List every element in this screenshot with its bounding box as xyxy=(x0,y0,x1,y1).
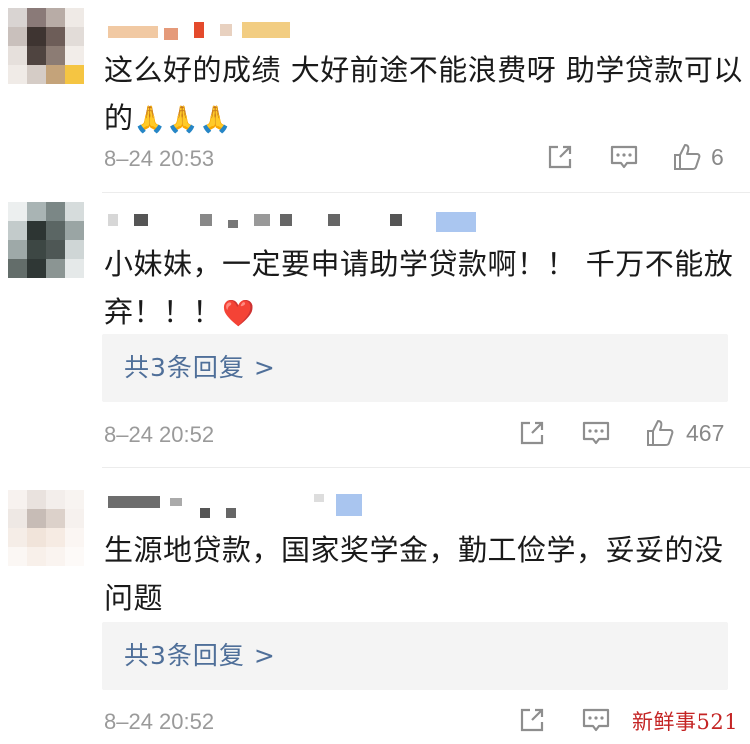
comment-icon[interactable] xyxy=(609,142,639,172)
share-icon[interactable] xyxy=(517,705,547,735)
comment-meta: 8–24 20:52 467 xyxy=(0,418,750,454)
view-replies-link[interactable]: 共3条回复 > xyxy=(124,636,276,672)
username[interactable] xyxy=(104,494,374,518)
red-heart-emoji: ❤️ xyxy=(222,299,255,329)
avatar[interactable] xyxy=(8,8,84,84)
comment-meta: 8–24 20:53 6 xyxy=(0,142,750,178)
divider xyxy=(102,192,750,193)
divider xyxy=(102,467,750,468)
like-count: 467 xyxy=(686,420,725,446)
username[interactable] xyxy=(104,22,294,44)
like-icon[interactable] xyxy=(672,142,702,172)
timestamp: 8–24 20:52 xyxy=(104,422,215,447)
comment-item: 这么好的成绩 大好前途不能浪费呀 助学贷款可以的🙏🙏🙏 8–24 20:53 6 xyxy=(0,0,750,190)
username[interactable] xyxy=(104,212,484,234)
avatar[interactable] xyxy=(8,202,84,278)
replies-box[interactable]: 共3条回复 > xyxy=(102,622,728,690)
replies-box[interactable]: 共3条回复 > xyxy=(102,334,728,402)
watermark: 新鲜事521 xyxy=(632,710,739,734)
view-replies-link[interactable]: 共3条回复 > xyxy=(124,348,276,384)
comment-text: 小妹妹，一定要申请助学贷款啊！！ 千万不能放弃！！！❤️ xyxy=(104,240,744,338)
comment-text: 生源地贷款，国家奖学金，勤工俭学，妥妥的没问题 xyxy=(104,533,724,615)
avatar[interactable] xyxy=(8,490,84,566)
timestamp: 8–24 20:52 xyxy=(104,709,215,734)
comment-icon[interactable] xyxy=(581,418,611,448)
comment-icon[interactable] xyxy=(581,705,611,735)
like-icon[interactable] xyxy=(645,418,675,448)
comment-text: 这么好的成绩 大好前途不能浪费呀 助学贷款可以的🙏🙏🙏 xyxy=(104,46,744,144)
share-icon[interactable] xyxy=(545,142,575,172)
timestamp: 8–24 20:53 xyxy=(104,146,215,171)
like-count: 6 xyxy=(711,144,724,170)
share-icon[interactable] xyxy=(517,418,547,448)
folded-hands-emoji: 🙏🙏🙏 xyxy=(133,105,233,135)
